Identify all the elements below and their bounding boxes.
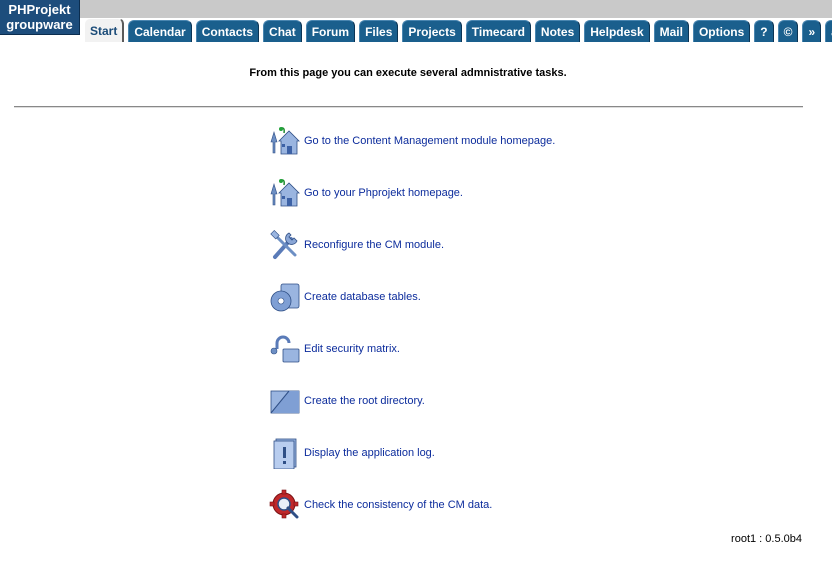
gear-search-icon [269,489,299,519]
tab-notes[interactable]: Notes [534,20,581,42]
task-check-consistency[interactable]: Check the consistency of the CM data. [269,488,492,522]
tab-options[interactable]: Options [692,20,751,42]
tools-icon [270,230,298,259]
task-label[interactable]: Create the root directory. [304,395,425,407]
task-label[interactable]: Go to the Content Management module home… [304,135,555,147]
tab-files[interactable]: Files [359,20,399,42]
tab-timecard[interactable]: Timecard [465,20,531,42]
task-cm-homepage[interactable]: Go to the Content Management module home… [269,124,555,158]
tab-calendar[interactable]: Calendar [128,20,192,42]
task-label[interactable]: Display the application log. [304,447,435,459]
tab-forum[interactable]: Forum [305,20,356,42]
task-create-root-directory[interactable]: Create the root directory. [269,384,425,418]
tab-mail[interactable]: Mail [653,20,689,42]
database-icon [270,283,300,312]
folder-icon [270,390,300,414]
version-info: root1 : 0.5.0b4 [731,533,802,545]
task-create-db-tables[interactable]: Create database tables. [269,280,421,314]
app-logo[interactable]: PHProjekt groupware [0,0,80,35]
log-icon [273,438,297,469]
logo-line-2: groupware [6,17,73,32]
task-label[interactable]: Check the consistency of the CM data. [304,499,492,511]
top-navigation-bar: PHProjekt groupware Start Calendar Conta… [0,0,832,46]
logo-line-1: PHProjekt [8,2,71,17]
home-icon [270,179,300,207]
task-label[interactable]: Go to your Phprojekt homepage. [304,187,463,199]
tab-admin[interactable]: admin [825,20,832,42]
home-icon [270,127,300,155]
task-phprojekt-homepage[interactable]: Go to your Phprojekt homepage. [269,176,463,210]
top-strip [0,0,832,18]
page-intro: From this page you can execute several a… [249,67,567,79]
tab-start[interactable]: Start [84,18,125,42]
task-display-log[interactable]: Display the application log. [269,436,435,470]
tab-contacts[interactable]: Contacts [195,20,260,42]
lock-icon [270,335,300,363]
task-edit-security-matrix[interactable]: Edit security matrix. [269,332,400,366]
tab-copyright[interactable]: © [777,20,799,42]
tab-projects[interactable]: Projects [402,20,462,42]
task-label[interactable]: Reconfigure the CM module. [304,239,444,251]
tab-more[interactable]: » [802,20,822,42]
tab-help[interactable]: ? [754,20,774,42]
tab-helpdesk[interactable]: Helpdesk [584,20,650,42]
module-tabs: Start Calendar Contacts Chat Forum Files… [84,18,832,42]
task-reconfigure[interactable]: Reconfigure the CM module. [269,228,444,262]
tab-chat[interactable]: Chat [263,20,302,42]
task-label[interactable]: Edit security matrix. [304,343,400,355]
task-label[interactable]: Create database tables. [304,291,421,303]
divider [14,106,803,108]
